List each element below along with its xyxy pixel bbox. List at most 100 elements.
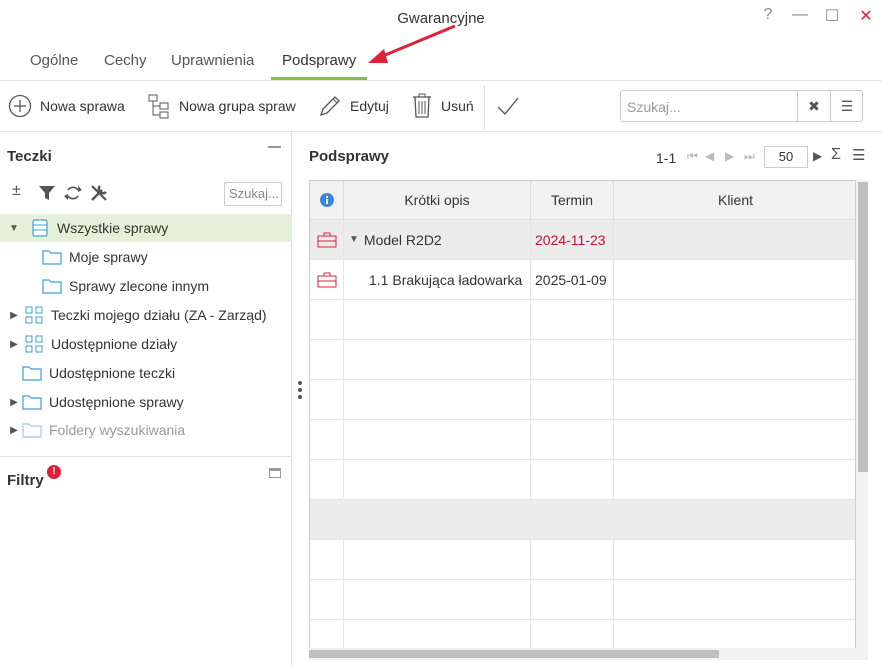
hamburger-icon: ☰ [840, 97, 854, 114]
first-page-icon[interactable]: ⏮ [687, 149, 698, 164]
sigma-icon[interactable]: Σ [831, 146, 841, 164]
folders-title: Teczki [7, 148, 52, 165]
column-header-termin[interactable]: Termin [531, 181, 614, 220]
klient-cell [614, 220, 855, 259]
network-icon [24, 335, 44, 353]
tree-item-my-cases[interactable]: Moje sprawy [0, 243, 292, 271]
maximize-button[interactable]: ☐ [822, 6, 842, 26]
folder-icon [22, 421, 42, 439]
folder-icon [22, 393, 42, 411]
search-input[interactable] [627, 97, 797, 117]
toolbar-search: ✖ ☰ [620, 90, 863, 122]
page-size-input[interactable]: 50 [764, 146, 808, 168]
clear-icon: ✖ [808, 97, 820, 114]
collapsed-caret-icon[interactable]: ▶ [8, 310, 20, 321]
collapse-icon[interactable] [268, 146, 281, 148]
termin-cell: 2025-01-09 [531, 260, 614, 299]
page-size-arrow-icon[interactable]: ▶ [813, 149, 822, 163]
delete-button[interactable]: Usuń [411, 91, 474, 121]
tree-item-shared-cases[interactable]: ▶ Udostępnione sprawy [0, 388, 292, 416]
trash-icon [413, 93, 431, 118]
empty-row [310, 500, 855, 540]
new-group-label: Nowa grupa spraw [179, 98, 296, 114]
new-case-button[interactable]: Nowa sprawa [8, 91, 125, 121]
column-header-opis[interactable]: Krótki opis [344, 181, 531, 220]
new-group-button[interactable]: Nowa grupa spraw [147, 91, 296, 121]
collapsed-caret-icon[interactable]: ▶ [8, 397, 20, 408]
folder-search-input[interactable]: Szukaj... [224, 182, 282, 206]
briefcase-icon [317, 272, 336, 287]
edit-button[interactable]: Edytuj [318, 91, 389, 121]
tree-item-search-folders[interactable]: ▶ Foldery wyszukiwania [0, 416, 292, 444]
horizontal-scrollbar[interactable] [309, 648, 856, 660]
database-icon [30, 219, 50, 237]
tree-item-label: Wszystkie sprawy [57, 220, 169, 236]
tree-structure-icon [148, 94, 169, 119]
plus-circle-icon [8, 94, 32, 118]
pager-range: 1-1 [656, 150, 677, 166]
table-row[interactable]: 1.1 Brakująca ładowarka 2025-01-09 [310, 260, 855, 300]
opis-text: Model R2D2 [363, 231, 442, 248]
filters-title: Filtry [7, 472, 44, 489]
scroll-thumb[interactable] [858, 182, 868, 472]
collapsed-caret-icon[interactable]: ▶ [8, 425, 20, 436]
toolbar-separator [484, 85, 485, 129]
expanded-caret-icon[interactable]: ▼ [8, 223, 20, 234]
tab-ogolne[interactable]: Ogólne [30, 52, 78, 77]
tree-item-shared-departments[interactable]: ▶ Udostępnione działy [0, 330, 292, 358]
delete-label: Usuń [441, 98, 474, 114]
briefcase-icon [317, 232, 336, 247]
tree-item-all-cases[interactable]: ▼ Wszystkie sprawy [0, 214, 292, 242]
empty-row [310, 540, 855, 580]
group-caret-icon[interactable]: ▼ [349, 234, 359, 245]
folder-icon [22, 364, 42, 382]
tree-item-label: Udostępnione sprawy [49, 394, 184, 410]
empty-row [310, 420, 855, 460]
tree-item-department-folders[interactable]: ▶ Teczki mojego działu (ZA - Zarząd) [0, 301, 292, 329]
help-button[interactable]: ? [758, 6, 778, 24]
tools-icon[interactable] [89, 183, 109, 203]
annotation-arrow-icon [368, 24, 456, 63]
refresh-icon[interactable] [64, 184, 82, 202]
case-icon-cell [310, 260, 344, 299]
prev-page-icon[interactable]: ◀ [705, 149, 714, 163]
search-menu-button[interactable]: ☰ [830, 91, 863, 121]
empty-row [310, 460, 855, 500]
clear-search-button[interactable]: ✖ [797, 91, 830, 121]
tree-item-shared-folders[interactable]: Udostępnione teczki [0, 359, 292, 387]
last-page-icon[interactable]: ⏭ [744, 149, 755, 164]
close-button[interactable]: ✕ [856, 6, 876, 26]
pencil-icon [319, 96, 340, 117]
expand-collapse-icon[interactable]: ± [12, 182, 21, 200]
opis-cell: ▼ Model R2D2 [344, 220, 531, 259]
info-column-header[interactable] [310, 181, 344, 220]
grid-menu-icon[interactable]: ☰ [852, 146, 865, 164]
folder-icon [42, 248, 62, 266]
checkmark-icon [497, 97, 519, 115]
tree-item-delegated[interactable]: Sprawy zlecone innym [0, 272, 292, 300]
empty-row [310, 300, 855, 340]
opis-cell: 1.1 Brakująca ładowarka [344, 260, 531, 299]
filter-icon[interactable] [38, 184, 56, 202]
confirm-button[interactable] [496, 91, 528, 121]
column-header-klient[interactable]: Klient [614, 181, 855, 220]
toolbar: Nowa sprawa Nowa grupa spraw Edytuj Usuń… [0, 81, 882, 131]
tab-uprawnienia[interactable]: Uprawnienia [171, 52, 254, 77]
tab-podsprawy[interactable]: Podsprawy [271, 52, 368, 80]
network-icon [24, 306, 44, 324]
vertical-scrollbar[interactable] [856, 180, 868, 660]
case-icon-cell [310, 220, 344, 259]
table-row[interactable]: ▼ Model R2D2 2024-11-23 [310, 220, 855, 260]
next-page-icon[interactable]: ▶ [725, 149, 734, 163]
folder-icon [42, 277, 62, 295]
minimize-button[interactable]: — [790, 6, 810, 24]
scroll-thumb[interactable] [309, 650, 719, 658]
restore-panel-icon[interactable] [269, 468, 281, 478]
tree-item-label: Sprawy zlecone innym [69, 278, 210, 294]
collapsed-caret-icon[interactable]: ▶ [8, 339, 20, 350]
tab-cechy[interactable]: Cechy [104, 52, 147, 77]
tree-item-label: Moje sprawy [69, 249, 148, 265]
empty-row [310, 580, 855, 620]
info-icon [319, 193, 334, 207]
subcases-panel: Podsprawy 1-1 ⏮ ◀ ▶ ⏭ 50 ▶ Σ ☰ Krótki op… [293, 132, 882, 667]
